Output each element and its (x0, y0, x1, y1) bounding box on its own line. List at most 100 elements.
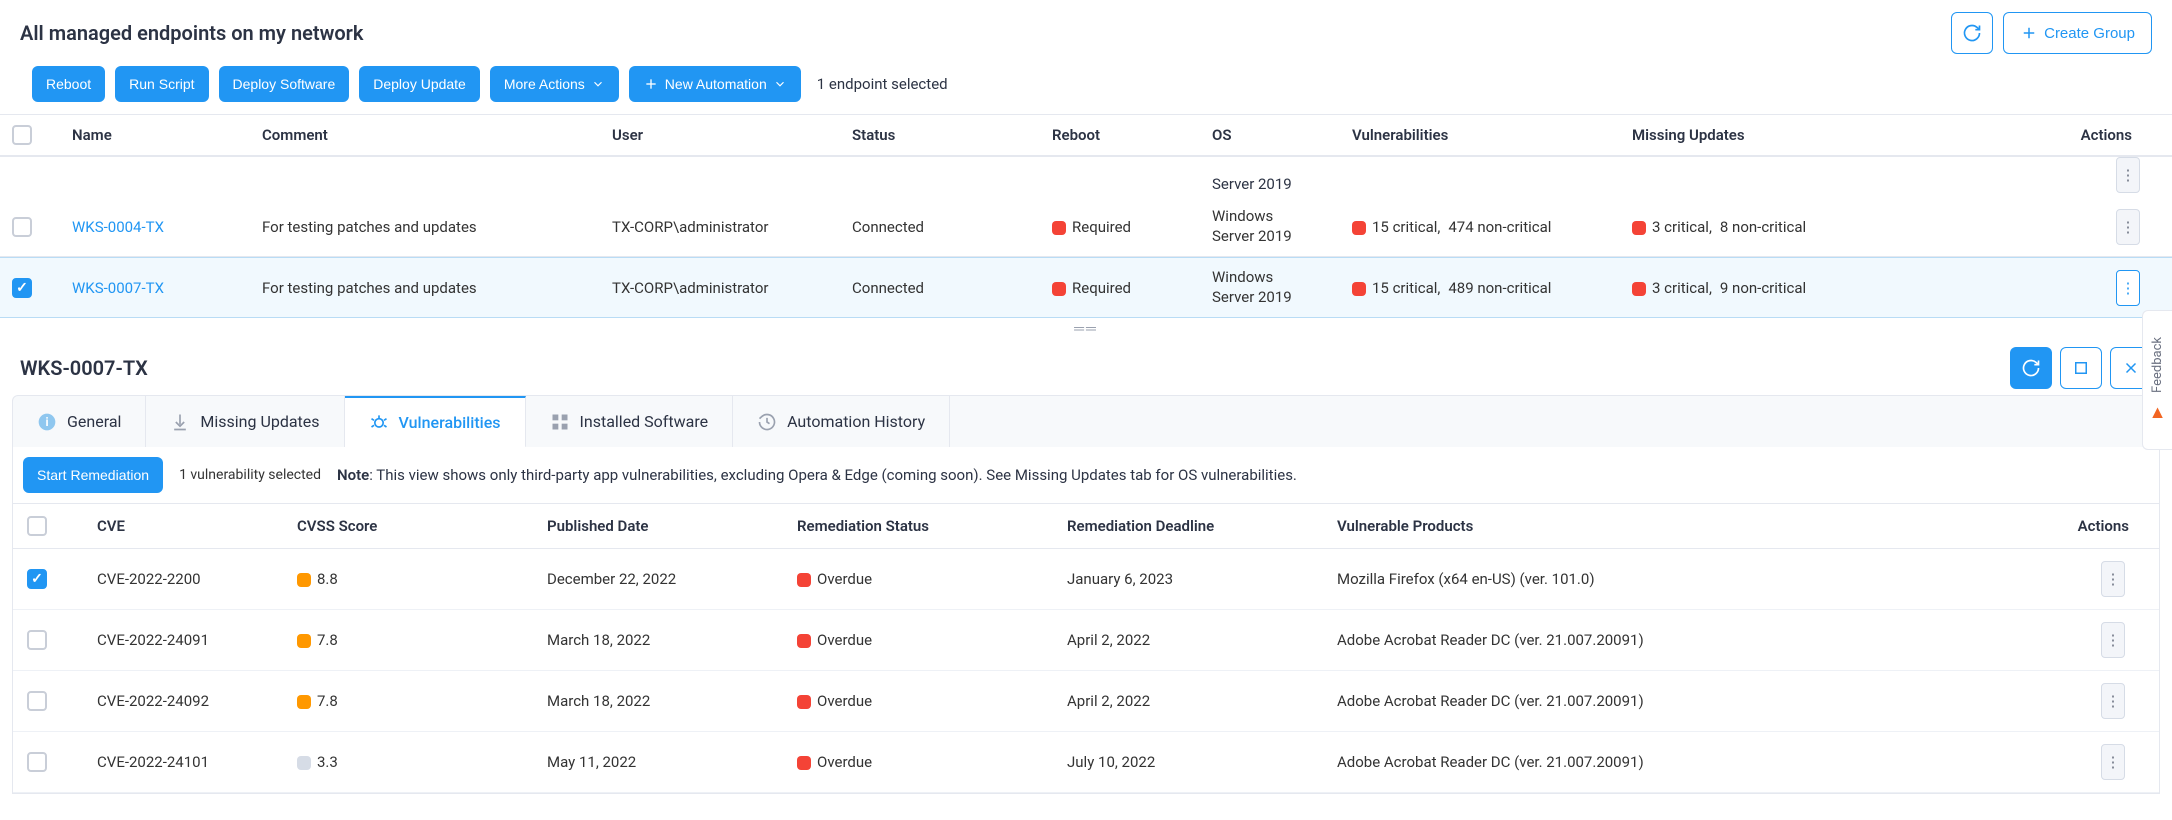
status-dot-icon (797, 634, 811, 648)
create-group-label: Create Group (2044, 25, 2135, 42)
row-actions-button[interactable]: ⋮ (2116, 157, 2140, 193)
vuln-cve: CVE-2022-2200 (97, 570, 297, 588)
row-actions-button[interactable]: ⋮ (2116, 270, 2140, 306)
close-icon (2122, 359, 2140, 377)
vuln-select-all-checkbox[interactable] (27, 516, 47, 536)
tab-installed-software-label: Installed Software (580, 412, 709, 431)
new-automation-label: New Automation (665, 76, 767, 92)
endpoint-name-link[interactable]: WKS-0007-TX (72, 279, 262, 297)
severity-dot-icon (297, 573, 311, 587)
vuln-deadline: January 6, 2023 (1067, 570, 1337, 588)
status-dot-icon (797, 695, 811, 709)
vuln-checkbox[interactable] (27, 630, 47, 650)
tab-vulnerabilities-label: Vulnerabilities (399, 413, 501, 432)
tab-automation-history-label: Automation History (787, 412, 925, 431)
note-text: Note: This view shows only third-party a… (337, 466, 1297, 484)
new-automation-button[interactable]: New Automation (629, 66, 801, 102)
chevron-down-icon (773, 77, 787, 91)
detail-refresh-button[interactable] (2010, 347, 2052, 389)
endpoint-status: Connected (852, 218, 1052, 236)
note-label: Note (337, 466, 369, 484)
vuln-row[interactable]: CVE-2022-24091 7.8 March 18, 2022 Overdu… (13, 610, 2159, 671)
vuln-checkbox[interactable] (27, 752, 47, 772)
status-dot-icon (1632, 221, 1646, 235)
vuln-score: 7.8 (297, 692, 547, 710)
vuln-published: December 22, 2022 (547, 570, 797, 588)
feedback-tab[interactable]: Feedback ▲ (2142, 310, 2172, 450)
vuln-product: Adobe Acrobat Reader DC (ver. 21.007.200… (1337, 631, 1997, 649)
endpoint-vulnerabilities: 15 critical,474 non-critical (1352, 218, 1632, 236)
vuln-checkbox[interactable] (27, 691, 47, 711)
tab-missing-updates[interactable]: Missing Updates (146, 396, 344, 447)
col-reboot: Reboot (1052, 126, 1212, 144)
feedback-logo-icon: ▲ (2149, 402, 2167, 423)
status-dot-icon (1632, 282, 1646, 296)
selection-count: 1 endpoint selected (817, 75, 948, 93)
row-actions-button[interactable]: ⋮ (2116, 209, 2140, 245)
status-dot-icon (1052, 221, 1066, 235)
table-row[interactable]: WKS-0004-TX For testing patches and upda… (0, 197, 2172, 257)
endpoint-vulnerabilities: 15 critical,489 non-critical (1352, 279, 1632, 297)
tab-general[interactable]: i General (13, 396, 146, 447)
vuln-row[interactable]: CVE-2022-24092 7.8 March 18, 2022 Overdu… (13, 671, 2159, 732)
col-comment: Comment (262, 126, 612, 144)
vuln-row[interactable]: CVE-2022-24101 3.3 May 11, 2022 Overdue … (13, 732, 2159, 793)
vuln-checkbox[interactable] (27, 569, 47, 589)
deploy-update-button[interactable]: Deploy Update (359, 66, 480, 102)
vuln-deadline: July 10, 2022 (1067, 753, 1337, 771)
tab-vulnerabilities[interactable]: Vulnerabilities (345, 396, 526, 447)
vuln-row[interactable]: CVE-2022-2200 8.8 December 22, 2022 Over… (13, 549, 2159, 610)
apps-icon (550, 412, 570, 432)
refresh-button[interactable] (1951, 12, 1993, 54)
vuln-deadline: April 2, 2022 (1067, 631, 1337, 649)
row-checkbox[interactable] (12, 217, 32, 237)
col-vulnerabilities: Vulnerabilities (1352, 126, 1632, 144)
endpoint-os: WindowsServer 2019 (1212, 207, 1352, 246)
col-status: Status (852, 126, 1052, 144)
chevron-down-icon (591, 77, 605, 91)
tab-automation-history[interactable]: Automation History (733, 396, 950, 447)
create-group-button[interactable]: Create Group (2003, 12, 2152, 54)
tab-installed-software[interactable]: Installed Software (526, 396, 734, 447)
vcol-published: Published Date (547, 517, 797, 535)
reboot-button[interactable]: Reboot (32, 66, 105, 102)
select-all-checkbox[interactable] (12, 125, 32, 145)
more-actions-button[interactable]: More Actions (490, 66, 619, 102)
start-remediation-button[interactable]: Start Remediation (23, 457, 163, 493)
endpoint-status: Connected (852, 279, 1052, 297)
vuln-published: March 18, 2022 (547, 631, 797, 649)
run-script-button[interactable]: Run Script (115, 66, 208, 102)
download-icon (170, 412, 190, 432)
status-dot-icon (1052, 282, 1066, 296)
endpoint-comment: For testing patches and updates (262, 279, 612, 297)
detail-maximize-button[interactable] (2060, 347, 2102, 389)
vcol-cve: CVE (97, 517, 297, 535)
splitter-handle[interactable]: ══ (0, 318, 2172, 339)
history-icon (757, 412, 777, 432)
vuln-actions-button[interactable]: ⋮ (2101, 561, 2125, 597)
tab-missing-updates-label: Missing Updates (200, 412, 319, 431)
vcol-rdeadline: Remediation Deadline (1067, 517, 1337, 535)
vcol-cvss: CVSS Score (297, 517, 547, 535)
row-checkbox[interactable] (12, 278, 32, 298)
status-dot-icon (1352, 282, 1366, 296)
more-actions-label: More Actions (504, 76, 585, 92)
endpoint-comment: For testing patches and updates (262, 218, 612, 236)
refresh-icon (2021, 358, 2041, 378)
vuln-actions-button[interactable]: ⋮ (2101, 744, 2125, 780)
plus-icon (643, 76, 659, 92)
table-row[interactable]: WKS-0007-TX For testing patches and upda… (0, 257, 2172, 318)
tab-general-label: General (67, 412, 121, 431)
status-dot-icon (1352, 221, 1366, 235)
svg-text:i: i (45, 415, 48, 429)
deploy-software-button[interactable]: Deploy Software (219, 66, 350, 102)
endpoint-reboot: Required (1052, 218, 1212, 236)
vuln-product: Adobe Acrobat Reader DC (ver. 21.007.200… (1337, 692, 1997, 710)
vcol-products: Vulnerable Products (1337, 517, 1997, 535)
vuln-actions-button[interactable]: ⋮ (2101, 622, 2125, 658)
detail-title: WKS-0007-TX (20, 356, 148, 380)
col-user: User (612, 126, 852, 144)
bug-icon (369, 412, 389, 432)
endpoint-name-link[interactable]: WKS-0004-TX (72, 218, 262, 236)
vuln-actions-button[interactable]: ⋮ (2101, 683, 2125, 719)
